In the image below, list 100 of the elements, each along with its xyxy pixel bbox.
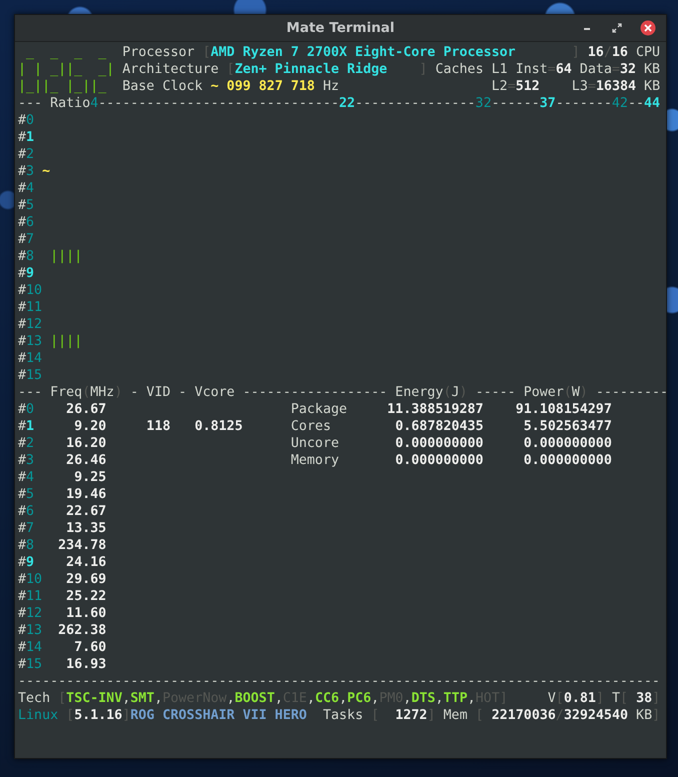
terminal-text: Mem	[443, 708, 468, 723]
terminal-text: #	[18, 572, 26, 587]
terminal-text: ------------------------------	[98, 96, 339, 111]
terminal-text: 9	[26, 555, 34, 570]
terminal-text: #	[18, 334, 26, 349]
terminal-text: 2	[26, 147, 34, 162]
terminal-text: 91.108154297	[516, 402, 612, 417]
terminal-text: ,	[154, 691, 162, 706]
terminal-text: DTS	[411, 691, 436, 706]
terminal-text: ,	[274, 691, 283, 706]
terminal-text: 11.60	[66, 606, 106, 621]
terminal-text: #	[18, 640, 26, 655]
terminal-text: Zen+ Pinnacle Ridge	[234, 62, 388, 77]
terminal-text: ,	[226, 691, 235, 706]
terminal-text: 19.46	[66, 487, 106, 502]
terminal-text: CC6	[314, 691, 340, 706]
terminal-text: 37	[540, 96, 556, 111]
terminal-text: 29.69	[66, 572, 106, 587]
terminal-text: 11	[26, 300, 42, 315]
terminal-text: L2	[492, 79, 508, 94]
terminal-text: 0	[26, 113, 34, 128]
window-title: Mate Terminal	[286, 20, 395, 36]
terminal-text: 9.25	[74, 470, 106, 485]
terminal-text: |_||_ |_||_	[18, 79, 106, 94]
terminal-text: #	[18, 130, 26, 145]
terminal-text: #	[18, 283, 26, 298]
terminal-text: #	[18, 504, 26, 519]
terminal-text: 16.20	[66, 436, 106, 451]
terminal-text: L3	[572, 79, 588, 94]
terminal-text: Architecture	[122, 62, 219, 77]
terminal-text: 8	[26, 249, 34, 264]
terminal-text: [	[620, 691, 628, 706]
terminal-text: 7	[26, 232, 34, 247]
terminal-text: 0.000000000	[524, 436, 612, 451]
terminal-text: [	[556, 691, 564, 706]
terminal-text: ,	[435, 691, 444, 706]
terminal-text: --	[628, 96, 644, 111]
terminal-text: 0.687820435	[395, 419, 484, 434]
terminal-text: #	[18, 470, 26, 485]
terminal-text: #	[18, 538, 26, 553]
terminal-text: /	[556, 708, 564, 723]
terminal-text: 42	[612, 96, 628, 111]
terminal-text: [	[476, 708, 484, 723]
terminal-text: 1	[26, 419, 34, 434]
terminal-text: ]	[427, 708, 436, 723]
terminal-text: #	[18, 606, 26, 621]
terminal-text: SMT	[130, 691, 154, 706]
terminal-text: 262.38	[58, 623, 106, 638]
terminal-text: #	[18, 164, 26, 179]
terminal-text: ----- Power	[475, 385, 564, 400]
terminal-text: )	[459, 385, 468, 400]
terminal-text: 0.000000000	[395, 436, 484, 451]
terminal-text: 10	[26, 283, 42, 298]
terminal-text: 16	[588, 45, 604, 60]
terminal-text: 22170036	[492, 708, 556, 723]
terminal-text: Uncore	[290, 436, 340, 451]
terminal-text: 16384	[596, 79, 636, 94]
terminal-text: ]	[652, 691, 660, 706]
terminal-text: Caches L1 Inst	[435, 62, 548, 77]
terminal-text: =	[612, 62, 620, 77]
terminal-text: =	[508, 79, 516, 94]
terminal-text: 5	[26, 198, 34, 213]
terminal-text: #	[18, 249, 26, 264]
terminal-text: [	[371, 708, 380, 723]
terminal-text: Processor	[122, 45, 195, 60]
terminal-text: ]	[652, 708, 660, 723]
terminal-text: Package	[290, 402, 348, 417]
terminal-text: #	[18, 181, 26, 196]
terminal-text: 6	[26, 215, 34, 230]
terminal-text: 12	[26, 317, 42, 332]
terminal-text: #	[18, 266, 26, 281]
terminal-text: | | _||_ _|	[18, 62, 114, 77]
terminal-text: ||||	[50, 249, 82, 264]
terminal-text: #	[18, 402, 26, 417]
terminal-text: - VID - Vcore ------------------ Energy	[130, 385, 444, 400]
terminal-text: 15	[26, 368, 42, 383]
terminal-text: #	[18, 487, 26, 502]
terminal-text: V	[548, 691, 556, 706]
terminal-text: 5.1.16	[74, 708, 122, 723]
terminal-text: 22.67	[66, 504, 106, 519]
terminal-text: #	[18, 453, 26, 468]
terminal-text: T	[612, 691, 620, 706]
terminal-text: =	[588, 79, 596, 94]
close-button[interactable]	[640, 20, 656, 36]
terminal-text: --- Ratio	[18, 96, 90, 111]
terminal-text: 234.78	[58, 538, 106, 553]
terminal-text: [	[58, 691, 66, 706]
terminal-text: ---------	[596, 385, 668, 400]
terminal-text: [	[226, 62, 235, 77]
terminal-text: 32	[620, 62, 636, 77]
restore-button[interactable]	[610, 21, 624, 35]
terminal-text: 1	[26, 130, 34, 145]
terminal-text: 32924540	[564, 708, 628, 723]
terminal-text: #	[18, 317, 26, 332]
terminal-text: 38	[636, 691, 652, 706]
terminal-text: ,	[339, 691, 348, 706]
terminal-text: 12	[26, 606, 42, 621]
terminal-text: #	[18, 419, 26, 434]
terminal-text: 13	[26, 334, 42, 349]
terminal-text: Cores	[290, 419, 332, 434]
